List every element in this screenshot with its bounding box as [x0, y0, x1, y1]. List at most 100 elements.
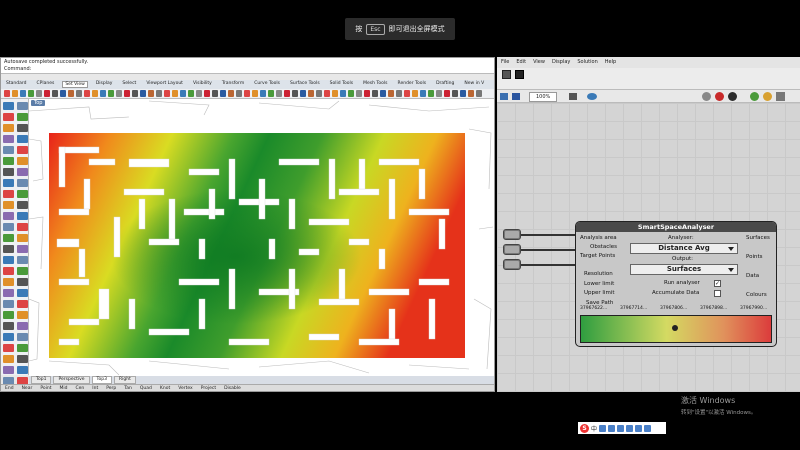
- input-target-points[interactable]: Target Points: [580, 253, 615, 259]
- tab-new-in-v[interactable]: New in V: [462, 81, 486, 88]
- toolbar-tool-icon[interactable]: [52, 90, 58, 97]
- osnap-end[interactable]: End: [5, 386, 14, 391]
- run-analyser-checkbox[interactable]: ✓: [714, 280, 721, 287]
- toolbar-tool-icon[interactable]: [4, 90, 10, 97]
- toolbar-tool-icon[interactable]: [12, 90, 18, 97]
- input-analysis-area[interactable]: Analysis area: [580, 235, 617, 241]
- side-tool-icon[interactable]: [17, 256, 28, 264]
- menu-file[interactable]: File: [501, 59, 509, 66]
- toolbar-tool-icon[interactable]: [364, 90, 370, 97]
- side-tool-icon[interactable]: [17, 289, 28, 297]
- toolbar-tool-icon[interactable]: [68, 90, 74, 97]
- toolbar-tool-icon[interactable]: [300, 90, 306, 97]
- toolbar-tool-icon[interactable]: [268, 90, 274, 97]
- tab-select[interactable]: Select: [120, 81, 138, 88]
- side-tool-icon[interactable]: [3, 168, 14, 176]
- toolbar-tool-icon[interactable]: [324, 90, 330, 97]
- toolbar-tool-icon[interactable]: [228, 90, 234, 97]
- tab-transform[interactable]: Transform: [220, 81, 246, 88]
- side-tool-icon[interactable]: [17, 234, 28, 242]
- toolbar-tool-icon[interactable]: [276, 90, 282, 97]
- toolbar-tool-icon[interactable]: [44, 90, 50, 97]
- toolbar-tool-icon[interactable]: [140, 90, 146, 97]
- side-tool-icon[interactable]: [17, 355, 28, 363]
- toolbar-tool-icon[interactable]: [100, 90, 106, 97]
- toolbar-tool-icon[interactable]: [396, 90, 402, 97]
- menu-view[interactable]: View: [533, 59, 545, 66]
- toolbox-icon[interactable]: [644, 424, 652, 432]
- output-points[interactable]: Points: [746, 254, 763, 260]
- toolbar-tool-icon[interactable]: [116, 90, 122, 97]
- output-surfaces[interactable]: Surfaces: [746, 235, 770, 241]
- side-tool-icon[interactable]: [17, 344, 28, 352]
- ime-toolbar[interactable]: S 中: [578, 422, 666, 434]
- open-icon[interactable]: [500, 93, 508, 100]
- tab-surface-tools[interactable]: Surface Tools: [288, 81, 322, 88]
- side-tool-icon[interactable]: [17, 300, 28, 308]
- zoom-extents-icon[interactable]: [569, 93, 577, 100]
- toolbar-tool-icon[interactable]: [380, 90, 386, 97]
- gradient-grip[interactable]: [672, 325, 678, 331]
- side-tool-icon[interactable]: [3, 102, 14, 110]
- tab-cplanes[interactable]: CPlanes: [34, 81, 56, 88]
- side-tool-icon[interactable]: [17, 135, 28, 143]
- accumulate-data-checkbox[interactable]: [714, 290, 721, 297]
- tab-standard[interactable]: Standard: [4, 81, 28, 88]
- side-tool-icon[interactable]: [17, 146, 28, 154]
- osnap-mid[interactable]: Mid: [60, 386, 68, 391]
- toolbar-tool-icon[interactable]: [124, 90, 130, 97]
- viewport-tab-top1[interactable]: Top1: [31, 376, 52, 384]
- side-tool-icon[interactable]: [3, 212, 14, 220]
- side-tool-icon[interactable]: [3, 234, 14, 242]
- toolbar-tool-icon[interactable]: [164, 90, 170, 97]
- toolbar-tool-icon[interactable]: [452, 90, 458, 97]
- gh-component-icon[interactable]: [515, 70, 524, 79]
- side-tool-icon[interactable]: [17, 190, 28, 198]
- curve-param[interactable]: [503, 244, 521, 255]
- toolbar-tool-icon[interactable]: [196, 90, 202, 97]
- osnap-project[interactable]: Project: [201, 386, 216, 391]
- toolbar-tool-icon[interactable]: [76, 90, 82, 97]
- toolbar-tool-icon[interactable]: [236, 90, 242, 97]
- side-tool-icon[interactable]: [17, 366, 28, 374]
- tab-curve-tools[interactable]: Curve Tools: [252, 81, 282, 88]
- toolbar-tool-icon[interactable]: [36, 90, 42, 97]
- side-tool-icon[interactable]: [3, 322, 14, 330]
- viewport-tab-right[interactable]: Right: [114, 376, 136, 384]
- viewport-tab-perspective[interactable]: Perspective: [53, 376, 90, 384]
- side-tool-icon[interactable]: [3, 333, 14, 341]
- toolbar-tool-icon[interactable]: [148, 90, 154, 97]
- tab-set-view[interactable]: Set View: [62, 81, 88, 88]
- menu-help[interactable]: Help: [605, 59, 616, 66]
- output-dropdown[interactable]: Surfaces: [630, 264, 738, 275]
- analyser-dropdown[interactable]: Distance Avg: [630, 243, 738, 254]
- smart-space-analyser-component[interactable]: SmartSpaceAnalyser Analysis area Obstacl…: [575, 221, 777, 347]
- side-tool-icon[interactable]: [17, 245, 28, 253]
- toolbar-tool-icon[interactable]: [436, 90, 442, 97]
- side-tool-icon[interactable]: [17, 179, 28, 187]
- point-param[interactable]: [503, 259, 521, 270]
- side-tool-icon[interactable]: [3, 146, 14, 154]
- osnap-vertex[interactable]: Vertex: [178, 386, 192, 391]
- side-tool-icon[interactable]: [3, 355, 14, 363]
- toolbar-tool-icon[interactable]: [172, 90, 178, 97]
- side-tool-icon[interactable]: [17, 223, 28, 231]
- toolbar-tool-icon[interactable]: [284, 90, 290, 97]
- toolbar-tool-icon[interactable]: [404, 90, 410, 97]
- gh-component-icon[interactable]: [502, 70, 511, 79]
- toolbar-tool-icon[interactable]: [308, 90, 314, 97]
- menu-solution[interactable]: Solution: [577, 59, 597, 66]
- toolbar-tool-icon[interactable]: [348, 90, 354, 97]
- keyboard-icon[interactable]: [626, 424, 634, 432]
- osnap-near[interactable]: Near: [22, 386, 33, 391]
- preview-icon[interactable]: [776, 92, 785, 101]
- toolbar-tool-icon[interactable]: [372, 90, 378, 97]
- side-tool-icon[interactable]: [3, 157, 14, 165]
- side-tool-icon[interactable]: [3, 256, 14, 264]
- osnap-disable[interactable]: Disable: [224, 386, 241, 391]
- save-icon[interactable]: [512, 93, 520, 100]
- tab-display[interactable]: Display: [94, 81, 115, 88]
- menu-display[interactable]: Display: [552, 59, 570, 66]
- tab-mesh-tools[interactable]: Mesh Tools: [361, 81, 389, 88]
- side-tool-icon[interactable]: [17, 212, 28, 220]
